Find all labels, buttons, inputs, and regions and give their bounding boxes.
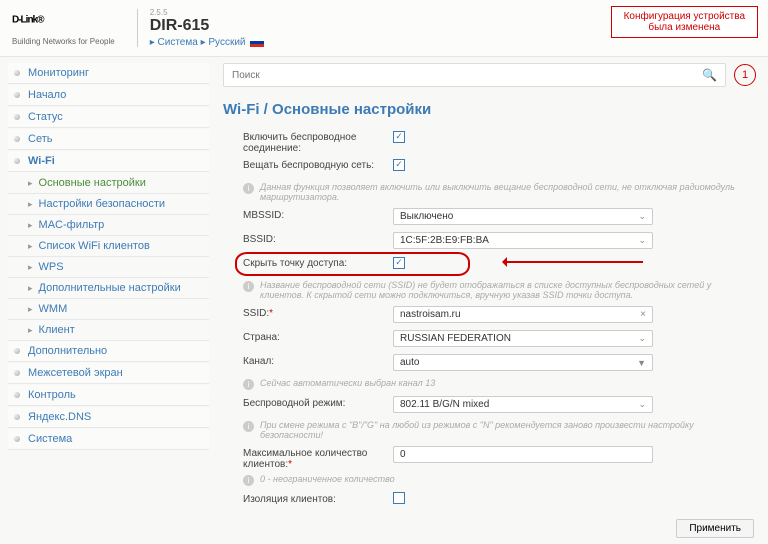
select-channel[interactable]: auto▼ — [393, 354, 653, 371]
label-mbssid: MBSSID: — [243, 208, 393, 221]
firmware-version: 2.5.5 — [150, 8, 265, 17]
header: D-Link® Building Networks for People 2.5… — [0, 0, 768, 57]
nav-wifi[interactable]: Wi-Fi — [8, 151, 209, 172]
nav-firewall[interactable]: Межсетевой экран — [8, 363, 209, 384]
nav-status[interactable]: Статус — [8, 107, 209, 128]
nav-network[interactable]: Сеть — [8, 129, 209, 150]
checkbox-hide-ap[interactable]: ✓ — [393, 257, 405, 269]
label-hide-ap: Скрыть точку доступа: — [243, 256, 393, 269]
select-mbssid[interactable]: Выключено⌄ — [393, 208, 653, 225]
logo-text: D-Link® — [12, 11, 115, 37]
breadcrumb: ▸ Система ▸ Русский — [150, 37, 265, 48]
nav-system[interactable]: Система — [8, 429, 209, 450]
checkbox-enable-wireless[interactable]: ✓ — [393, 131, 405, 143]
annotation-arrow — [503, 261, 643, 263]
label-max-clients: Максимальное количество клиентов:* — [243, 446, 393, 470]
input-max-clients[interactable]: 0 — [393, 446, 653, 463]
info-icon: i — [243, 475, 254, 486]
nav-yandex-dns[interactable]: Яндекс.DNS — [8, 407, 209, 428]
sidebar: Мониторинг Начало Статус Сеть Wi-Fi ▸Осн… — [0, 57, 215, 544]
label-enable-wireless: Включить беспроводное соединение: — [243, 130, 393, 154]
logo-tagline: Building Networks for People — [12, 37, 115, 46]
hint-channel: Сейчас автоматически выбран канал 13 — [260, 378, 435, 388]
select-bssid[interactable]: 1C:5F:2B:E9:FB:BA⌄ — [393, 232, 653, 249]
clear-icon[interactable]: × — [640, 309, 646, 320]
hint-hide-ap: Название беспроводной сети (SSID) не буд… — [260, 280, 756, 300]
nav-advanced[interactable]: Дополнительно — [8, 341, 209, 362]
info-icon: i — [243, 281, 254, 292]
chevron-down-icon: ⌄ — [638, 211, 646, 222]
nav-monitoring[interactable]: Мониторинг — [8, 63, 209, 84]
info-icon: i — [243, 183, 254, 194]
hint-mode: При смене режима с "B"/"G" на любой из р… — [260, 420, 756, 440]
bc-system[interactable]: Система — [158, 37, 198, 48]
info-icon: i — [243, 421, 254, 432]
hint-max-clients: 0 - неограниченное количество — [260, 474, 395, 484]
nav-start[interactable]: Начало — [8, 85, 209, 106]
label-ssid: SSID:* — [243, 306, 393, 319]
hint-broadcast: Данная функция позволяет включить или вы… — [260, 182, 756, 202]
model-block: 2.5.5 DIR-615 ▸ Система ▸ Русский — [150, 8, 265, 48]
apply-button[interactable]: Применить — [676, 519, 754, 538]
label-country: Страна: — [243, 330, 393, 343]
logo: D-Link® Building Networks for People — [12, 11, 115, 46]
nav-wifi-wps[interactable]: ▸WPS — [8, 257, 209, 278]
search-input[interactable] — [232, 70, 702, 81]
nav-control[interactable]: Контроль — [8, 385, 209, 406]
label-mode: Беспроводной режим: — [243, 396, 393, 409]
nav-wifi-mac[interactable]: ▸MAC-фильтр — [8, 215, 209, 236]
page-title: Wi-Fi / Основные настройки — [223, 101, 756, 118]
label-broadcast: Вещать беспроводную сеть: — [243, 158, 393, 171]
nav-wifi-wmm[interactable]: ▸WMM — [8, 299, 209, 320]
nav-wifi-security[interactable]: ▸Настройки безопасности — [8, 194, 209, 215]
label-isolation: Изоляция клиентов: — [243, 492, 393, 505]
bc-lang[interactable]: Русский — [208, 37, 245, 48]
flag-ru-icon — [250, 38, 264, 47]
nav-wifi-advanced[interactable]: ▸Дополнительные настройки — [8, 278, 209, 299]
nav-wifi-clients[interactable]: ▸Список WiFi клиентов — [8, 236, 209, 257]
chevron-down-icon: ⌄ — [638, 399, 646, 410]
label-bssid: BSSID: — [243, 232, 393, 245]
nav-wifi-basic[interactable]: ▸Основные настройки — [8, 173, 209, 194]
checkbox-broadcast[interactable]: ✓ — [393, 159, 405, 171]
content: 🔍 1 Wi-Fi / Основные настройки Включить … — [215, 57, 768, 544]
select-country[interactable]: RUSSIAN FEDERATION⌄ — [393, 330, 653, 347]
input-ssid[interactable]: nastroisam.ru× — [393, 306, 653, 323]
info-icon: i — [243, 379, 254, 390]
nav-wifi-client[interactable]: ▸Клиент — [8, 320, 209, 341]
notification-counter[interactable]: 1 — [734, 64, 756, 86]
chevron-down-icon: ⌄ — [638, 235, 646, 246]
chevron-down-icon: ⌄ — [638, 333, 646, 344]
model-name: DIR-615 — [150, 17, 265, 35]
chevron-down-icon: ▼ — [637, 358, 646, 368]
divider — [137, 9, 138, 47]
search-icon[interactable]: 🔍 — [702, 68, 717, 82]
config-changed-alert[interactable]: Конфигурация устройства была изменена — [611, 6, 758, 38]
search-box[interactable]: 🔍 — [223, 63, 726, 87]
select-mode[interactable]: 802.11 B/G/N mixed⌄ — [393, 396, 653, 413]
checkbox-isolation[interactable] — [393, 492, 405, 504]
label-channel: Канал: — [243, 354, 393, 367]
